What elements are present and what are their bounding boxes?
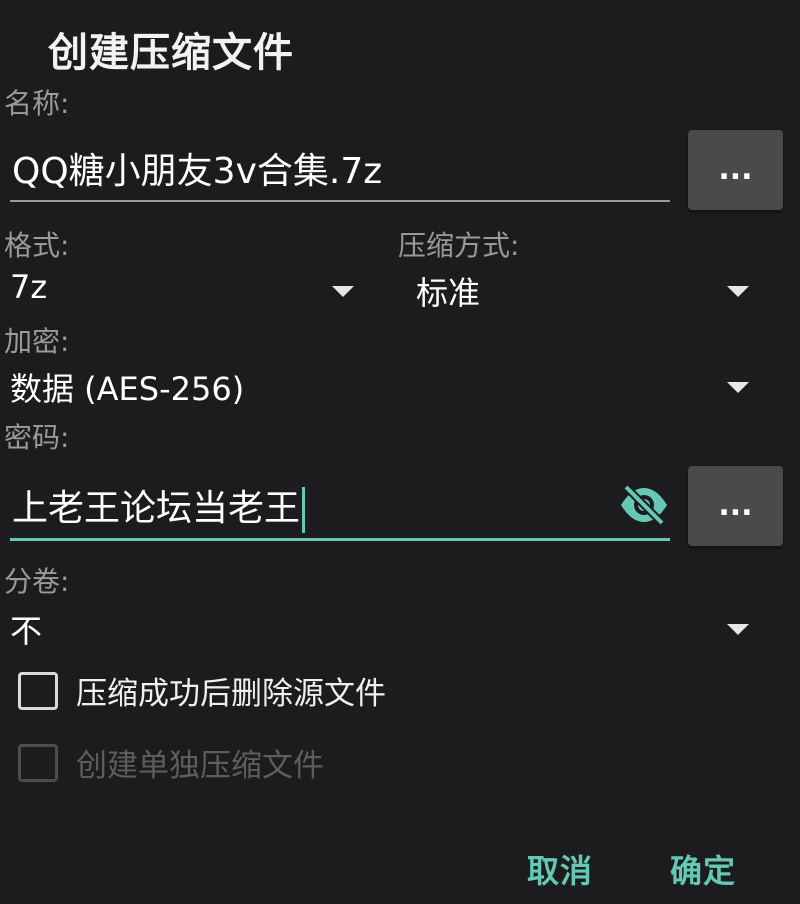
password-value: 上老王论坛当老王 [12, 479, 306, 533]
encryption-selected-value: 数据 (AES-256) [10, 370, 245, 408]
format-dropdown[interactable]: 7z [0, 268, 370, 318]
archive-name-field[interactable]: QQ糖小朋友3v合集.7z [10, 130, 670, 202]
split-volumes-dropdown[interactable]: 不 [0, 606, 770, 656]
chevron-down-icon [727, 382, 749, 393]
ok-button[interactable]: 确定 [670, 846, 736, 892]
compression-method-label: 压缩方式: [398, 229, 520, 262]
browse-path-button[interactable]: ... [688, 130, 783, 210]
eye-off-icon[interactable] [618, 483, 670, 527]
name-label: 名称: [4, 87, 70, 120]
password-field[interactable]: 上老王论坛当老王 [10, 465, 670, 541]
encryption-dropdown[interactable]: 数据 (AES-256) [0, 364, 770, 414]
compression-method-dropdown[interactable]: 标准 [396, 268, 766, 318]
password-label: 密码: [4, 421, 70, 454]
format-label: 格式: [4, 229, 70, 262]
compression-method-selected-value: 标准 [416, 274, 481, 312]
chevron-down-icon [727, 624, 749, 635]
text-cursor [302, 487, 306, 533]
dialog-title: 创建压缩文件 [48, 30, 294, 76]
chevron-down-icon [332, 286, 354, 297]
format-selected-value: 7z [10, 268, 48, 306]
separate-archives-checkbox [18, 744, 58, 782]
split-volumes-label: 分卷: [4, 565, 70, 598]
password-options-button[interactable]: ... [688, 466, 783, 546]
encryption-label: 加密: [4, 325, 70, 358]
archive-name-value: QQ糖小朋友3v合集.7z [12, 151, 383, 192]
delete-source-label: 压缩成功后删除源文件 [76, 676, 386, 712]
separate-archives-label: 创建单独压缩文件 [76, 748, 324, 784]
chevron-down-icon [727, 286, 749, 297]
cancel-button[interactable]: 取消 [527, 846, 593, 892]
create-archive-dialog: 创建压缩文件 名称: QQ糖小朋友3v合集.7z ... 格式: 7z 压缩方式… [0, 0, 800, 904]
delete-source-checkbox[interactable] [18, 672, 58, 710]
split-volumes-selected-value: 不 [10, 612, 43, 650]
